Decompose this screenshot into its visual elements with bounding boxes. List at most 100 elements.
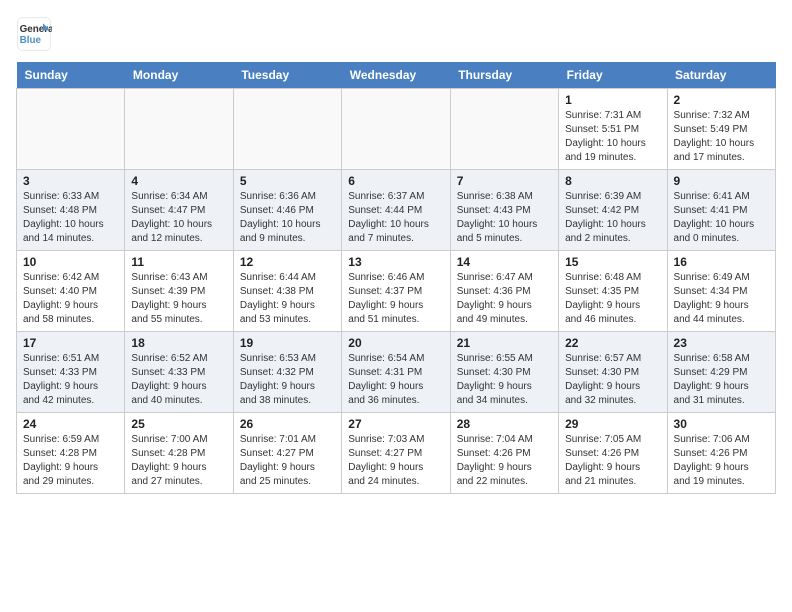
weekday-header-friday: Friday	[559, 62, 667, 89]
day-number: 14	[457, 255, 552, 269]
day-number: 4	[131, 174, 226, 188]
day-cell-27: 27Sunrise: 7:03 AM Sunset: 4:27 PM Dayli…	[342, 413, 450, 494]
day-info: Sunrise: 6:48 AM Sunset: 4:35 PM Dayligh…	[565, 271, 660, 327]
day-info: Sunrise: 6:41 AM Sunset: 4:41 PM Dayligh…	[674, 190, 769, 246]
week-row-5: 24Sunrise: 6:59 AM Sunset: 4:28 PM Dayli…	[17, 413, 776, 494]
day-info: Sunrise: 6:43 AM Sunset: 4:39 PM Dayligh…	[131, 271, 226, 327]
day-number: 9	[674, 174, 769, 188]
day-cell-30: 30 Sunrise: 7:06 AM Sunset: 4:26 PM Dayli…	[667, 413, 775, 494]
day-number: 16	[674, 255, 769, 269]
day-number: 28	[457, 417, 552, 431]
day-cell-25: 25Sunrise: 7:00 AM Sunset: 4:28 PM Dayli…	[125, 413, 233, 494]
day-cell-26: 26 Sunrise: 7:01 AM Sunset: 4:27 PM Dayli…	[233, 413, 341, 494]
day-number: 11	[131, 255, 226, 269]
day-cell-20: 20Sunrise: 6:54 AM Sunset: 4:31 PM Dayli…	[342, 332, 450, 413]
week-row-3: 10Sunrise: 6:42 AM Sunset: 4:40 PM Dayli…	[17, 251, 776, 332]
day-number: 29	[565, 417, 660, 431]
day-cell-empty-3	[342, 89, 450, 170]
day-info: Sunrise: 7:03 AM Sunset: 4:27 PM Dayligh…	[348, 433, 443, 489]
weekday-header-tuesday: Tuesday	[233, 62, 341, 89]
day-info: Sunrise: 6:47 AM Sunset: 4:36 PM Dayligh…	[457, 271, 552, 327]
day-number: 25	[131, 417, 226, 431]
day-cell-14: 14 Sunrise: 6:47 AM Sunset: 4:36 PM Dayli…	[450, 251, 558, 332]
page-header: General Blue	[16, 16, 776, 52]
day-cell-10: 10Sunrise: 6:42 AM Sunset: 4:40 PM Dayli…	[17, 251, 125, 332]
day-cell-5: 5 Sunrise: 6:36 AM Sunset: 4:46 PM Daylig…	[233, 170, 341, 251]
day-cell-empty-4	[450, 89, 558, 170]
day-number: 13	[348, 255, 443, 269]
logo: General Blue	[16, 16, 52, 52]
day-cell-17: 17Sunrise: 6:51 AM Sunset: 4:33 PM Dayli…	[17, 332, 125, 413]
day-cell-13: 13 Sunrise: 6:46 AM Sunset: 4:37 PM Dayli…	[342, 251, 450, 332]
day-number: 12	[240, 255, 335, 269]
day-info: Sunrise: 7:04 AM Sunset: 4:26 PM Dayligh…	[457, 433, 552, 489]
day-number: 21	[457, 336, 552, 350]
day-info: Sunrise: 7:05 AM Sunset: 4:26 PM Dayligh…	[565, 433, 660, 489]
day-number: 1	[565, 93, 660, 107]
day-cell-11: 11 Sunrise: 6:43 AM Sunset: 4:39 PM Dayli…	[125, 251, 233, 332]
day-number: 7	[457, 174, 552, 188]
day-cell-8: 8 Sunrise: 6:39 AM Sunset: 4:42 PM Daylig…	[559, 170, 667, 251]
day-number: 8	[565, 174, 660, 188]
day-info: Sunrise: 6:51 AM Sunset: 4:33 PM Dayligh…	[23, 352, 118, 408]
weekday-header-sunday: Sunday	[17, 62, 125, 89]
day-cell-6: 6 Sunrise: 6:37 AM Sunset: 4:44 PM Daylig…	[342, 170, 450, 251]
weekday-header-monday: Monday	[125, 62, 233, 89]
day-number: 18	[131, 336, 226, 350]
day-info: Sunrise: 7:06 AM Sunset: 4:26 PM Dayligh…	[674, 433, 769, 489]
week-row-2: 3 Sunrise: 6:33 AM Sunset: 4:48 PM Daylig…	[17, 170, 776, 251]
day-cell-28: 28 Sunrise: 7:04 AM Sunset: 4:26 PM Dayli…	[450, 413, 558, 494]
day-cell-4: 4Sunrise: 6:34 AM Sunset: 4:47 PM Daylig…	[125, 170, 233, 251]
day-cell-21: 21 Sunrise: 6:55 AM Sunset: 4:30 PM Dayli…	[450, 332, 558, 413]
day-info: Sunrise: 6:53 AM Sunset: 4:32 PM Dayligh…	[240, 352, 335, 408]
day-number: 2	[674, 93, 769, 107]
day-info: Sunrise: 6:37 AM Sunset: 4:44 PM Dayligh…	[348, 190, 443, 246]
day-info: Sunrise: 6:55 AM Sunset: 4:30 PM Dayligh…	[457, 352, 552, 408]
day-number: 23	[674, 336, 769, 350]
day-cell-23: 23 Sunrise: 6:58 AM Sunset: 4:29 PM Dayli…	[667, 332, 775, 413]
day-info: Sunrise: 6:44 AM Sunset: 4:38 PM Dayligh…	[240, 271, 335, 327]
logo-icon: General Blue	[16, 16, 52, 52]
day-cell-29: 29 Sunrise: 7:05 AM Sunset: 4:26 PM Dayli…	[559, 413, 667, 494]
day-cell-empty-0	[17, 89, 125, 170]
week-row-4: 17Sunrise: 6:51 AM Sunset: 4:33 PM Dayli…	[17, 332, 776, 413]
day-number: 26	[240, 417, 335, 431]
day-number: 15	[565, 255, 660, 269]
day-info: Sunrise: 6:58 AM Sunset: 4:29 PM Dayligh…	[674, 352, 769, 408]
day-cell-2: 2 Sunrise: 7:32 AM Sunset: 5:49 PM Daylig…	[667, 89, 775, 170]
day-info: Sunrise: 6:33 AM Sunset: 4:48 PM Dayligh…	[23, 190, 118, 246]
day-info: Sunrise: 6:39 AM Sunset: 4:42 PM Dayligh…	[565, 190, 660, 246]
day-number: 19	[240, 336, 335, 350]
day-cell-empty-1	[125, 89, 233, 170]
day-info: Sunrise: 6:46 AM Sunset: 4:37 PM Dayligh…	[348, 271, 443, 327]
day-cell-1: 1Sunrise: 7:31 AM Sunset: 5:51 PM Daylig…	[559, 89, 667, 170]
day-info: Sunrise: 7:32 AM Sunset: 5:49 PM Dayligh…	[674, 109, 769, 165]
day-number: 20	[348, 336, 443, 350]
day-cell-18: 18 Sunrise: 6:52 AM Sunset: 4:33 PM Dayli…	[125, 332, 233, 413]
svg-text:Blue: Blue	[20, 35, 42, 46]
weekday-header-saturday: Saturday	[667, 62, 775, 89]
calendar-body: 1Sunrise: 7:31 AM Sunset: 5:51 PM Daylig…	[17, 89, 776, 494]
day-info: Sunrise: 6:52 AM Sunset: 4:33 PM Dayligh…	[131, 352, 226, 408]
week-row-1: 1Sunrise: 7:31 AM Sunset: 5:51 PM Daylig…	[17, 89, 776, 170]
day-info: Sunrise: 6:59 AM Sunset: 4:28 PM Dayligh…	[23, 433, 118, 489]
weekday-header-row: SundayMondayTuesdayWednesdayThursdayFrid…	[17, 62, 776, 89]
day-cell-15: 15 Sunrise: 6:48 AM Sunset: 4:35 PM Dayli…	[559, 251, 667, 332]
day-cell-22: 22 Sunrise: 6:57 AM Sunset: 4:30 PM Dayli…	[559, 332, 667, 413]
day-number: 10	[23, 255, 118, 269]
day-number: 22	[565, 336, 660, 350]
day-info: Sunrise: 6:36 AM Sunset: 4:46 PM Dayligh…	[240, 190, 335, 246]
day-number: 3	[23, 174, 118, 188]
day-info: Sunrise: 7:01 AM Sunset: 4:27 PM Dayligh…	[240, 433, 335, 489]
weekday-header-wednesday: Wednesday	[342, 62, 450, 89]
day-number: 5	[240, 174, 335, 188]
day-info: Sunrise: 6:49 AM Sunset: 4:34 PM Dayligh…	[674, 271, 769, 327]
day-info: Sunrise: 6:57 AM Sunset: 4:30 PM Dayligh…	[565, 352, 660, 408]
day-number: 30	[674, 417, 769, 431]
day-number: 6	[348, 174, 443, 188]
day-cell-19: 19 Sunrise: 6:53 AM Sunset: 4:32 PM Dayli…	[233, 332, 341, 413]
day-cell-12: 12 Sunrise: 6:44 AM Sunset: 4:38 PM Dayli…	[233, 251, 341, 332]
day-info: Sunrise: 6:38 AM Sunset: 4:43 PM Dayligh…	[457, 190, 552, 246]
day-cell-16: 16 Sunrise: 6:49 AM Sunset: 4:34 PM Dayli…	[667, 251, 775, 332]
day-cell-24: 24Sunrise: 6:59 AM Sunset: 4:28 PM Dayli…	[17, 413, 125, 494]
